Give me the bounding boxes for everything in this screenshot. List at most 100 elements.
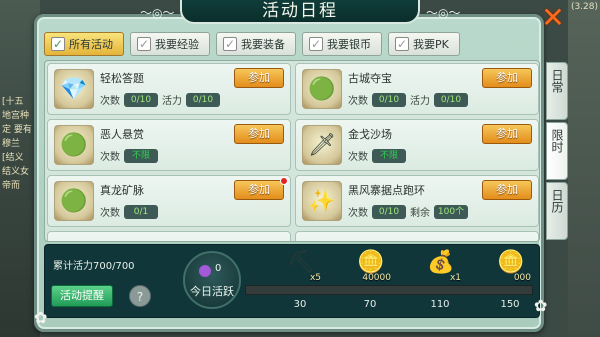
reward-quantity: x1 bbox=[449, 273, 461, 283]
count-value: 0/1 bbox=[124, 204, 158, 219]
tab-silver[interactable]: ✓ 我要银币 bbox=[302, 32, 382, 56]
count-label: 次数 bbox=[348, 152, 368, 163]
checkmark-icon: ✓ bbox=[309, 37, 323, 51]
count-label: 次数 bbox=[348, 208, 368, 219]
daily-activity-bar: 累计活力700/700 活动提醒 ? 0 今日活跃 ⛏ x5 🪙 40000 💰… bbox=[44, 244, 540, 318]
join-button[interactable]: 参加 bbox=[482, 124, 532, 144]
tab-label: 我要经验 bbox=[155, 38, 199, 51]
chat-line: 定 要有 bbox=[2, 125, 32, 135]
activity-card: 🟢 真龙矿脉 次数 0/1 参加 bbox=[47, 175, 291, 227]
reward-quantity: 000 bbox=[513, 273, 531, 283]
activity-list[interactable]: 💎 轻松答题 次数 0/10 活力 0/10 参加 🟢 古城夺宝 次数 0/10… bbox=[44, 60, 540, 242]
spear-icon: 🗡 bbox=[302, 125, 342, 165]
checkmark-icon: ✓ bbox=[51, 37, 65, 51]
activity-name: 金戈沙场 bbox=[348, 128, 392, 141]
close-button[interactable]: ✕ bbox=[538, 4, 568, 34]
side-tab-calendar[interactable]: 日历 bbox=[546, 182, 568, 240]
chat-line: 帝而 bbox=[2, 181, 21, 191]
vigor-label: 活力 bbox=[410, 96, 430, 107]
background-chat-log: [十五 地宫种 定 要有 穆兰 [结义 结义女 帝而 bbox=[2, 95, 38, 193]
activity-reminder-button[interactable]: 活动提醒 bbox=[51, 285, 113, 307]
join-button[interactable]: 参加 bbox=[482, 180, 532, 200]
threshold-label: 110 bbox=[430, 299, 450, 310]
join-button[interactable]: 参加 bbox=[234, 68, 284, 88]
gem-scroll-icon: 💎 bbox=[54, 69, 94, 109]
cumulative-vigor: 累计活力700/700 bbox=[53, 261, 135, 272]
reward-chest[interactable]: ⛏ x5 bbox=[281, 247, 321, 285]
threshold-label: 150 bbox=[500, 299, 520, 310]
vigor-value: 0/10 bbox=[186, 92, 220, 107]
tab-all-activities[interactable]: ✓ 所有活动 bbox=[44, 32, 124, 56]
activity-card: 🟢 恶人悬赏 次数 不限 参加 bbox=[47, 119, 291, 171]
reward-chest[interactable]: 🪙 000 bbox=[491, 247, 531, 285]
activity-stats: 次数 0/10 活力 0/10 bbox=[348, 92, 468, 107]
chat-line: [十五 bbox=[2, 97, 24, 107]
count-label: 次数 bbox=[100, 152, 120, 163]
tab-experience[interactable]: ✓ 我要经验 bbox=[130, 32, 210, 56]
tab-label: 我要装备 bbox=[241, 38, 285, 51]
activity-name: 轻松答题 bbox=[100, 72, 144, 85]
checkmark-icon: ✓ bbox=[137, 37, 151, 51]
tab-label: 所有活动 bbox=[69, 38, 113, 51]
tab-label: 我要PK bbox=[413, 38, 449, 51]
chat-line: 地宫种 bbox=[2, 111, 30, 121]
tab-equipment[interactable]: ✓ 我要装备 bbox=[216, 32, 296, 56]
checkmark-icon: ✓ bbox=[223, 37, 237, 51]
side-tab-daily[interactable]: 日常 bbox=[546, 62, 568, 120]
notification-dot-icon bbox=[280, 177, 288, 185]
cloud-ornament-icon: 〜◎〜 bbox=[140, 6, 175, 20]
count-value: 不限 bbox=[124, 148, 158, 163]
tab-label: 我要银币 bbox=[327, 38, 371, 51]
panel-title: 活动日程 bbox=[180, 0, 420, 24]
side-tab-label: 限时 bbox=[550, 129, 564, 153]
side-tab-label: 日历 bbox=[550, 189, 564, 213]
activity-name: 黑风寨据点跑环 bbox=[348, 184, 425, 197]
today-activity-label: 今日活跃 bbox=[190, 285, 234, 298]
activity-stats: 次数 0/10 活力 0/10 bbox=[100, 92, 220, 107]
threshold-label: 70 bbox=[363, 299, 377, 310]
count-value: 0/10 bbox=[124, 92, 158, 107]
count-value: 0/10 bbox=[372, 92, 406, 107]
today-activity-badge: 0 今日活跃 bbox=[183, 251, 241, 309]
filter-tabs: ✓ 所有活动 ✓ 我要经验 ✓ 我要装备 ✓ 我要银币 ✓ 我要PK bbox=[44, 32, 460, 58]
join-button[interactable]: 参加 bbox=[234, 124, 284, 144]
cloud-ornament-icon: 〜◎〜 bbox=[426, 6, 461, 20]
count-value: 0/10 bbox=[372, 204, 406, 219]
tab-pk[interactable]: ✓ 我要PK bbox=[388, 32, 460, 56]
activity-name: 恶人悬赏 bbox=[100, 128, 144, 141]
remaining-label: 剩余 bbox=[410, 208, 430, 219]
activity-stats: 次数 0/1 bbox=[100, 204, 158, 219]
activity-card-partial bbox=[295, 231, 539, 241]
chat-line: 结义女 bbox=[2, 167, 30, 177]
count-label: 次数 bbox=[100, 208, 120, 219]
activity-stats: 次数 不限 bbox=[348, 148, 406, 163]
background-right-strip bbox=[568, 0, 600, 337]
activity-card-partial bbox=[47, 231, 291, 241]
vigor-label: 活力 bbox=[162, 96, 182, 107]
checkmark-icon: ✓ bbox=[395, 37, 409, 51]
join-button[interactable]: 参加 bbox=[482, 68, 532, 88]
side-tab-limited-time[interactable]: 限时 bbox=[546, 122, 568, 180]
reward-quantity: 40000 bbox=[362, 273, 391, 283]
chat-line: 穆兰 bbox=[2, 139, 21, 149]
green-gem-icon: 🟢 bbox=[54, 125, 94, 165]
activity-name: 古城夺宝 bbox=[348, 72, 392, 85]
green-gem-icon: 🟢 bbox=[54, 181, 94, 221]
join-button[interactable]: 参加 bbox=[234, 180, 284, 200]
chat-line: [结义 bbox=[2, 153, 24, 163]
activity-card: ✨ 黑风寨据点跑环 次数 0/10 剩余 100个 参加 bbox=[295, 175, 539, 227]
remaining-value: 100个 bbox=[434, 204, 468, 219]
activity-card: 💎 轻松答题 次数 0/10 活力 0/10 参加 bbox=[47, 63, 291, 115]
green-gem-icon: 🟢 bbox=[302, 69, 342, 109]
corner-score-label: (3.28) bbox=[570, 2, 598, 12]
flower-ornament-icon: ✿ bbox=[534, 296, 548, 315]
golden-orb-icon: ✨ bbox=[302, 181, 342, 221]
reward-chest[interactable]: 🪙 40000 bbox=[351, 247, 391, 285]
activity-progress-bar bbox=[245, 285, 533, 295]
purple-gem-icon bbox=[199, 265, 211, 277]
count-label: 次数 bbox=[100, 96, 120, 107]
activity-stats: 次数 不限 bbox=[100, 148, 158, 163]
today-gem-count: 0 bbox=[215, 263, 222, 274]
reward-chest[interactable]: 💰 x1 bbox=[421, 247, 461, 285]
question-mark-icon[interactable]: ? bbox=[129, 285, 151, 307]
